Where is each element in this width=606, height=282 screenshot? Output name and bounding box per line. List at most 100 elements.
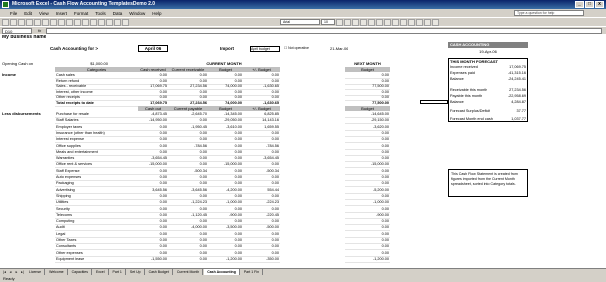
- disb-cash-cell[interactable]: 0.00: [138, 181, 168, 188]
- disb-next-budget-cell[interactable]: 0.00: [345, 156, 390, 163]
- tab-next-icon[interactable]: ▸: [14, 270, 19, 274]
- menu-view[interactable]: View: [39, 11, 49, 16]
- disb-cash-cell[interactable]: 0.00: [138, 225, 168, 232]
- disb-variance-cell[interactable]: 0.00: [243, 207, 280, 213]
- disb-next-budget-cell[interactable]: 0.00: [345, 232, 390, 238]
- disb-budget-cell[interactable]: 0.00: [208, 137, 243, 144]
- disb-current-cell[interactable]: 0.00: [168, 156, 208, 163]
- disb-current-cell[interactable]: 0.00: [168, 162, 208, 169]
- disb-budget-cell[interactable]: 0.00: [208, 175, 243, 181]
- month-input[interactable]: April 06: [138, 45, 168, 52]
- disb-current-cell[interactable]: -2,645.70: [168, 112, 208, 118]
- disb-current-cell[interactable]: -3,645.56: [168, 188, 208, 194]
- disb-budget-cell[interactable]: 0.00: [208, 169, 243, 175]
- disb-next-budget-cell[interactable]: 0.00: [345, 194, 390, 200]
- disb-current-cell[interactable]: -1,950.45: [168, 125, 208, 131]
- disb-variance-cell[interactable]: -3,654.45: [243, 156, 280, 163]
- disb-label-cell[interactable]: Purchase for resale: [55, 112, 138, 118]
- disb-variance-cell[interactable]: 0.00: [243, 137, 280, 144]
- tab-prev-icon[interactable]: ◂: [8, 270, 13, 274]
- open-icon[interactable]: [10, 18, 17, 26]
- disb-variance-cell[interactable]: 0.00: [243, 244, 280, 251]
- forecast-value[interactable]: -41,315.16: [496, 71, 526, 76]
- save-icon[interactable]: [18, 18, 25, 26]
- disb-cash-cell[interactable]: 0.00: [138, 144, 168, 150]
- disb-label-cell[interactable]: Advertising: [55, 188, 138, 194]
- close-button[interactable]: x: [595, 1, 604, 8]
- disb-budget-cell[interactable]: -3,610.00: [208, 125, 243, 131]
- disb-cash-cell[interactable]: 3,645.56: [138, 188, 168, 194]
- menu-window[interactable]: Window: [129, 11, 145, 16]
- disb-label-cell[interactable]: Other Taxes: [55, 238, 138, 244]
- disb-variance-cell[interactable]: -350.00: [243, 257, 280, 263]
- disb-next-budget-cell[interactable]: 0.00: [345, 175, 390, 181]
- disb-current-cell[interactable]: 0.00: [168, 207, 208, 213]
- disb-variance-cell[interactable]: 0.00: [243, 194, 280, 200]
- disb-cash-cell[interactable]: 0.00: [138, 207, 168, 213]
- disb-budget-cell[interactable]: -3,500.00: [208, 225, 243, 232]
- disb-current-cell[interactable]: 0.00: [168, 175, 208, 181]
- disb-budget-cell[interactable]: 0.00: [208, 194, 243, 200]
- disb-label-cell[interactable]: Other expenses: [55, 251, 138, 257]
- forecast-value[interactable]: -24,245.41: [496, 77, 526, 82]
- sort-desc-icon[interactable]: [106, 18, 113, 26]
- disb-variance-cell[interactable]: 0.00: [243, 162, 280, 169]
- menu-tools[interactable]: Tools: [95, 11, 106, 16]
- currency-icon[interactable]: [392, 18, 399, 26]
- disb-variance-cell[interactable]: -220.45: [243, 213, 280, 219]
- disb-variance-cell[interactable]: -784.56: [243, 144, 280, 150]
- disb-current-cell[interactable]: 0.00: [168, 150, 208, 156]
- disb-cash-cell[interactable]: 0.00: [138, 131, 168, 137]
- align-center-icon[interactable]: [368, 18, 375, 26]
- redo-icon[interactable]: [82, 18, 89, 26]
- disb-label-cell[interactable]: Equipment lease: [55, 257, 138, 263]
- disb-variance-cell[interactable]: 0.00: [243, 181, 280, 188]
- disb-next-budget-cell[interactable]: 0.00: [345, 238, 390, 244]
- zoom-icon[interactable]: [122, 18, 129, 26]
- forecast-value[interactable]: 1,037.77: [496, 117, 526, 122]
- disb-label-cell[interactable]: Employer taxes: [55, 125, 138, 131]
- disb-label-cell[interactable]: Staff Salaries: [55, 118, 138, 125]
- disb-next-budget-cell[interactable]: 0.00: [345, 144, 390, 150]
- income-label-cell[interactable]: Total receipts to date: [55, 101, 138, 107]
- menu-file[interactable]: File: [10, 11, 17, 16]
- disb-next-budget-cell[interactable]: 0.00: [345, 244, 390, 251]
- disb-label-cell[interactable]: Auto expenses: [55, 175, 138, 181]
- disb-budget-cell[interactable]: 0.00: [208, 244, 243, 251]
- disb-current-cell[interactable]: 0.00: [168, 131, 208, 137]
- disb-label-cell[interactable]: Telecoms: [55, 213, 138, 219]
- new-icon[interactable]: [2, 18, 9, 26]
- disb-variance-cell[interactable]: 0.00: [243, 131, 280, 137]
- disb-label-cell[interactable]: Packaging: [55, 181, 138, 188]
- disb-current-cell[interactable]: 0.00: [168, 244, 208, 251]
- paste-icon[interactable]: [66, 18, 73, 26]
- disb-next-budget-cell[interactable]: -900.00: [345, 213, 390, 219]
- disb-cash-cell[interactable]: -14,950.00: [138, 118, 168, 125]
- disb-next-budget-cell[interactable]: -3,620.00: [345, 125, 390, 131]
- disb-next-budget-cell[interactable]: 0.00: [345, 131, 390, 137]
- font-size-select[interactable]: 10: [321, 19, 335, 25]
- disb-next-budget-cell[interactable]: 0.00: [345, 225, 390, 232]
- disb-budget-cell[interactable]: 0.00: [208, 238, 243, 244]
- forecast-value[interactable]: -22,958.69: [496, 94, 526, 99]
- disb-budget-cell[interactable]: -15,000.00: [208, 162, 243, 169]
- disb-current-cell[interactable]: -1,120.45: [168, 213, 208, 219]
- ask-question-input[interactable]: Type a question for help: [514, 10, 584, 16]
- disb-budget-cell[interactable]: 0.00: [208, 144, 243, 150]
- menu-format[interactable]: Format: [74, 11, 88, 16]
- disb-label-cell[interactable]: Security: [55, 207, 138, 213]
- disb-current-cell[interactable]: -4,000.00: [168, 225, 208, 232]
- disb-variance-cell[interactable]: 554.44: [243, 188, 280, 194]
- disb-cash-cell[interactable]: 0.00: [138, 219, 168, 226]
- underline-icon[interactable]: [352, 18, 359, 26]
- menu-insert[interactable]: Insert: [56, 11, 67, 16]
- tab-first-icon[interactable]: |◂: [2, 270, 7, 274]
- align-right-icon[interactable]: [376, 18, 383, 26]
- disb-budget-cell[interactable]: -29,050.00: [208, 118, 243, 125]
- import-select[interactable]: April budget: [250, 46, 280, 52]
- forecast-value[interactable]: 27,234.56: [496, 88, 526, 93]
- disb-budget-cell[interactable]: 0.00: [208, 232, 243, 238]
- forecast-value[interactable]: 4,284.87: [496, 100, 526, 105]
- disb-label-cell[interactable]: Warranties: [55, 156, 138, 163]
- not-operative-checkbox[interactable]: ☐ Not operative: [284, 46, 309, 51]
